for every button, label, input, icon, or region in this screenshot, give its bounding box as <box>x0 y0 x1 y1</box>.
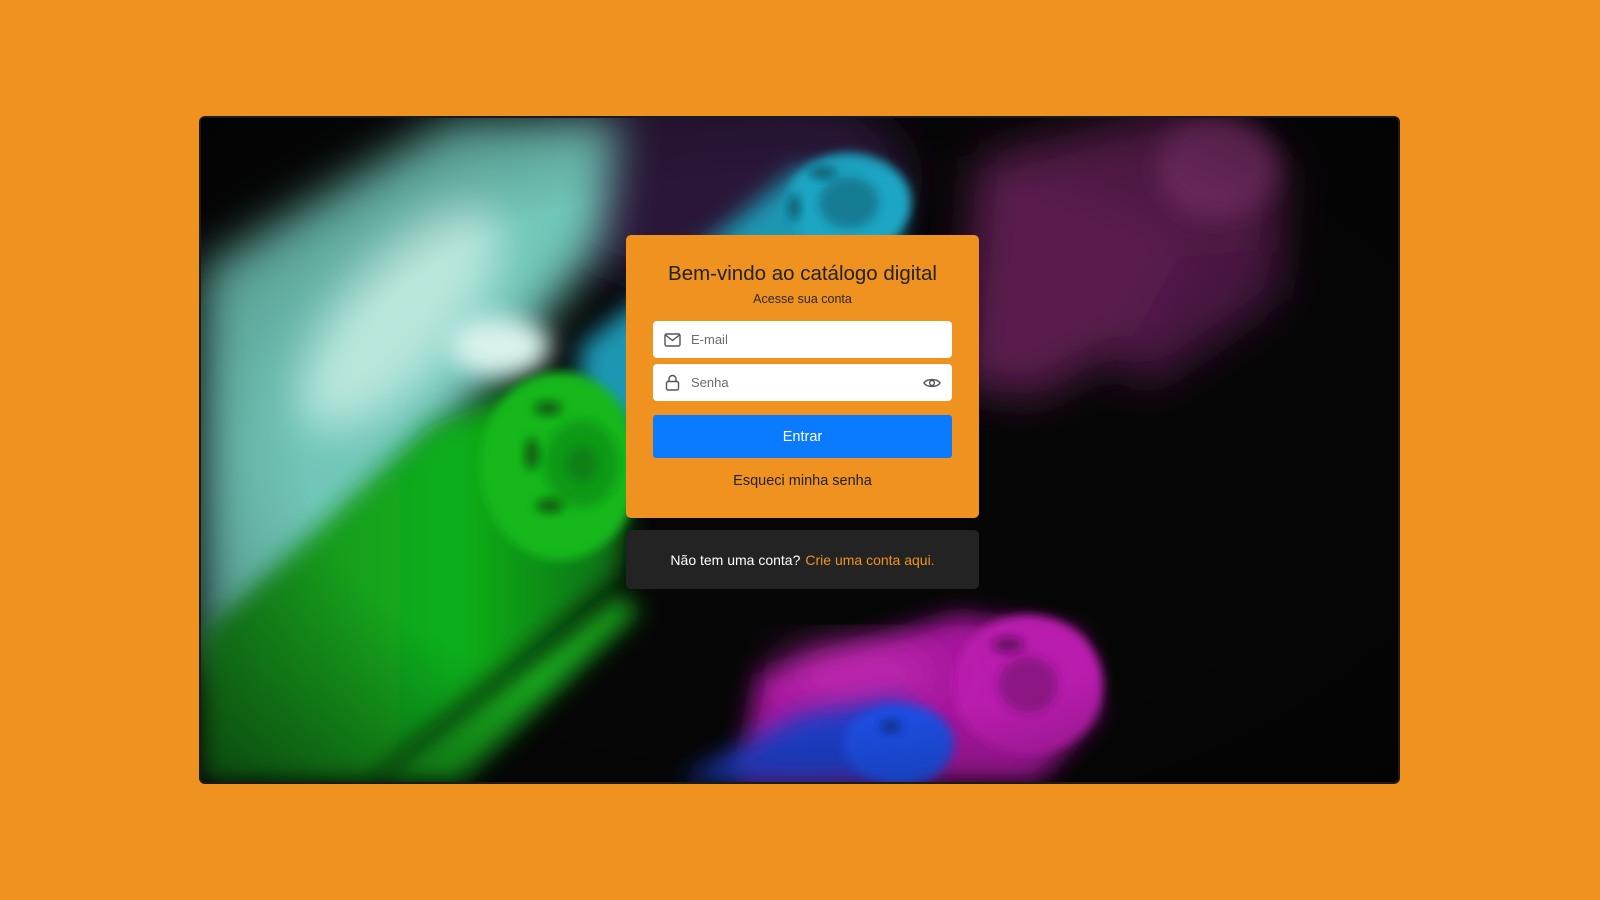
lock-icon <box>663 374 681 392</box>
mail-icon <box>663 331 681 349</box>
eye-icon[interactable] <box>922 373 942 393</box>
enter-button[interactable]: Entrar <box>653 415 952 458</box>
email-field[interactable] <box>653 321 952 358</box>
login-card: Bem-vindo ao catálogo digital Acesse sua… <box>626 235 979 518</box>
password-field[interactable] <box>653 364 952 401</box>
app-window: Bem-vindo ao catálogo digital Acesse sua… <box>199 116 1400 784</box>
email-input[interactable] <box>691 321 942 358</box>
login-subtitle: Acesse sua conta <box>753 292 852 306</box>
password-input[interactable] <box>691 364 922 401</box>
signup-panel: Não tem uma conta? Crie uma conta aqui. <box>626 530 979 589</box>
signup-prompt: Não tem uma conta? <box>670 551 801 568</box>
forgot-password-link[interactable]: Esqueci minha senha <box>653 473 952 489</box>
signup-link[interactable]: Crie uma conta aqui. <box>805 552 934 568</box>
login-title: Bem-vindo ao catálogo digital <box>668 262 937 285</box>
